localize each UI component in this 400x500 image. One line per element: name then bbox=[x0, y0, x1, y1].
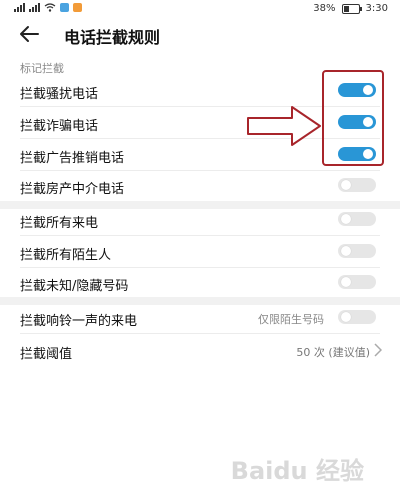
threshold-value: 50 次 (建议值) bbox=[296, 346, 370, 359]
setting-row-block-strangers[interactable]: 拦截所有陌生人 bbox=[0, 236, 400, 267]
clock: 3:30 bbox=[365, 3, 388, 14]
signal-icon bbox=[14, 3, 25, 12]
block-one-ring-toggle[interactable] bbox=[338, 310, 376, 324]
setting-row-block-threshold[interactable]: 拦截阈值 50 次 (建议值) bbox=[0, 335, 400, 366]
signal-icon bbox=[29, 3, 40, 12]
status-bar: 38% 3:30 bbox=[0, 0, 400, 18]
wifi-icon bbox=[44, 3, 56, 12]
battery-icon bbox=[341, 3, 362, 14]
divider bbox=[20, 333, 380, 334]
setting-label: 拦截所有来电 bbox=[20, 216, 99, 231]
status-icons-left bbox=[14, 3, 82, 12]
block-all-calls-toggle[interactable] bbox=[338, 212, 376, 226]
block-hidden-numbers-toggle[interactable] bbox=[338, 275, 376, 289]
watermark-logo: Baidu 经验 bbox=[230, 457, 364, 485]
back-arrow-icon[interactable] bbox=[18, 24, 40, 44]
setting-label: 拦截未知/隐藏号码 bbox=[20, 279, 129, 294]
page-title: 电话拦截规则 bbox=[64, 28, 161, 47]
app-header: 电话拦截规则 bbox=[0, 18, 400, 50]
setting-label: 拦截诈骗电话 bbox=[20, 119, 99, 134]
block-real-estate-toggle[interactable] bbox=[338, 178, 376, 192]
status-icons-right: 38% 3:30 bbox=[313, 3, 388, 14]
setting-hint: 仅限陌生号码 bbox=[258, 313, 324, 326]
setting-label: 拦截骚扰电话 bbox=[20, 87, 99, 102]
setting-label: 拦截响铃一声的来电 bbox=[20, 314, 138, 329]
app-notification-icon bbox=[73, 3, 82, 12]
app-notification-icon bbox=[60, 3, 69, 12]
toggle-knob bbox=[341, 277, 351, 287]
battery-percent: 38% bbox=[313, 3, 336, 14]
setting-row-block-hidden-numbers[interactable]: 拦截未知/隐藏号码 bbox=[0, 267, 400, 298]
section-label: 标记拦截 bbox=[20, 62, 64, 75]
setting-label: 拦截房产中介电话 bbox=[20, 182, 125, 197]
annotation-highlight-box bbox=[322, 70, 384, 166]
annotation-arrow-icon bbox=[247, 106, 321, 146]
setting-label: 拦截所有陌生人 bbox=[20, 248, 112, 263]
setting-label: 拦截阈值 bbox=[20, 347, 73, 362]
setting-row-block-real-estate[interactable]: 拦截房产中介电话 bbox=[0, 170, 400, 201]
toggle-knob bbox=[341, 246, 351, 256]
setting-label: 拦截广告推销电话 bbox=[20, 151, 125, 166]
toggle-knob bbox=[341, 312, 351, 322]
setting-row-block-one-ring[interactable]: 拦截响铃一声的来电 仅限陌生号码 bbox=[0, 302, 400, 333]
setting-row-block-all-calls[interactable]: 拦截所有来电 bbox=[0, 204, 400, 235]
block-strangers-toggle[interactable] bbox=[338, 244, 376, 258]
chevron-right-icon bbox=[374, 343, 382, 357]
toggle-knob bbox=[341, 214, 351, 224]
toggle-knob bbox=[341, 180, 351, 190]
